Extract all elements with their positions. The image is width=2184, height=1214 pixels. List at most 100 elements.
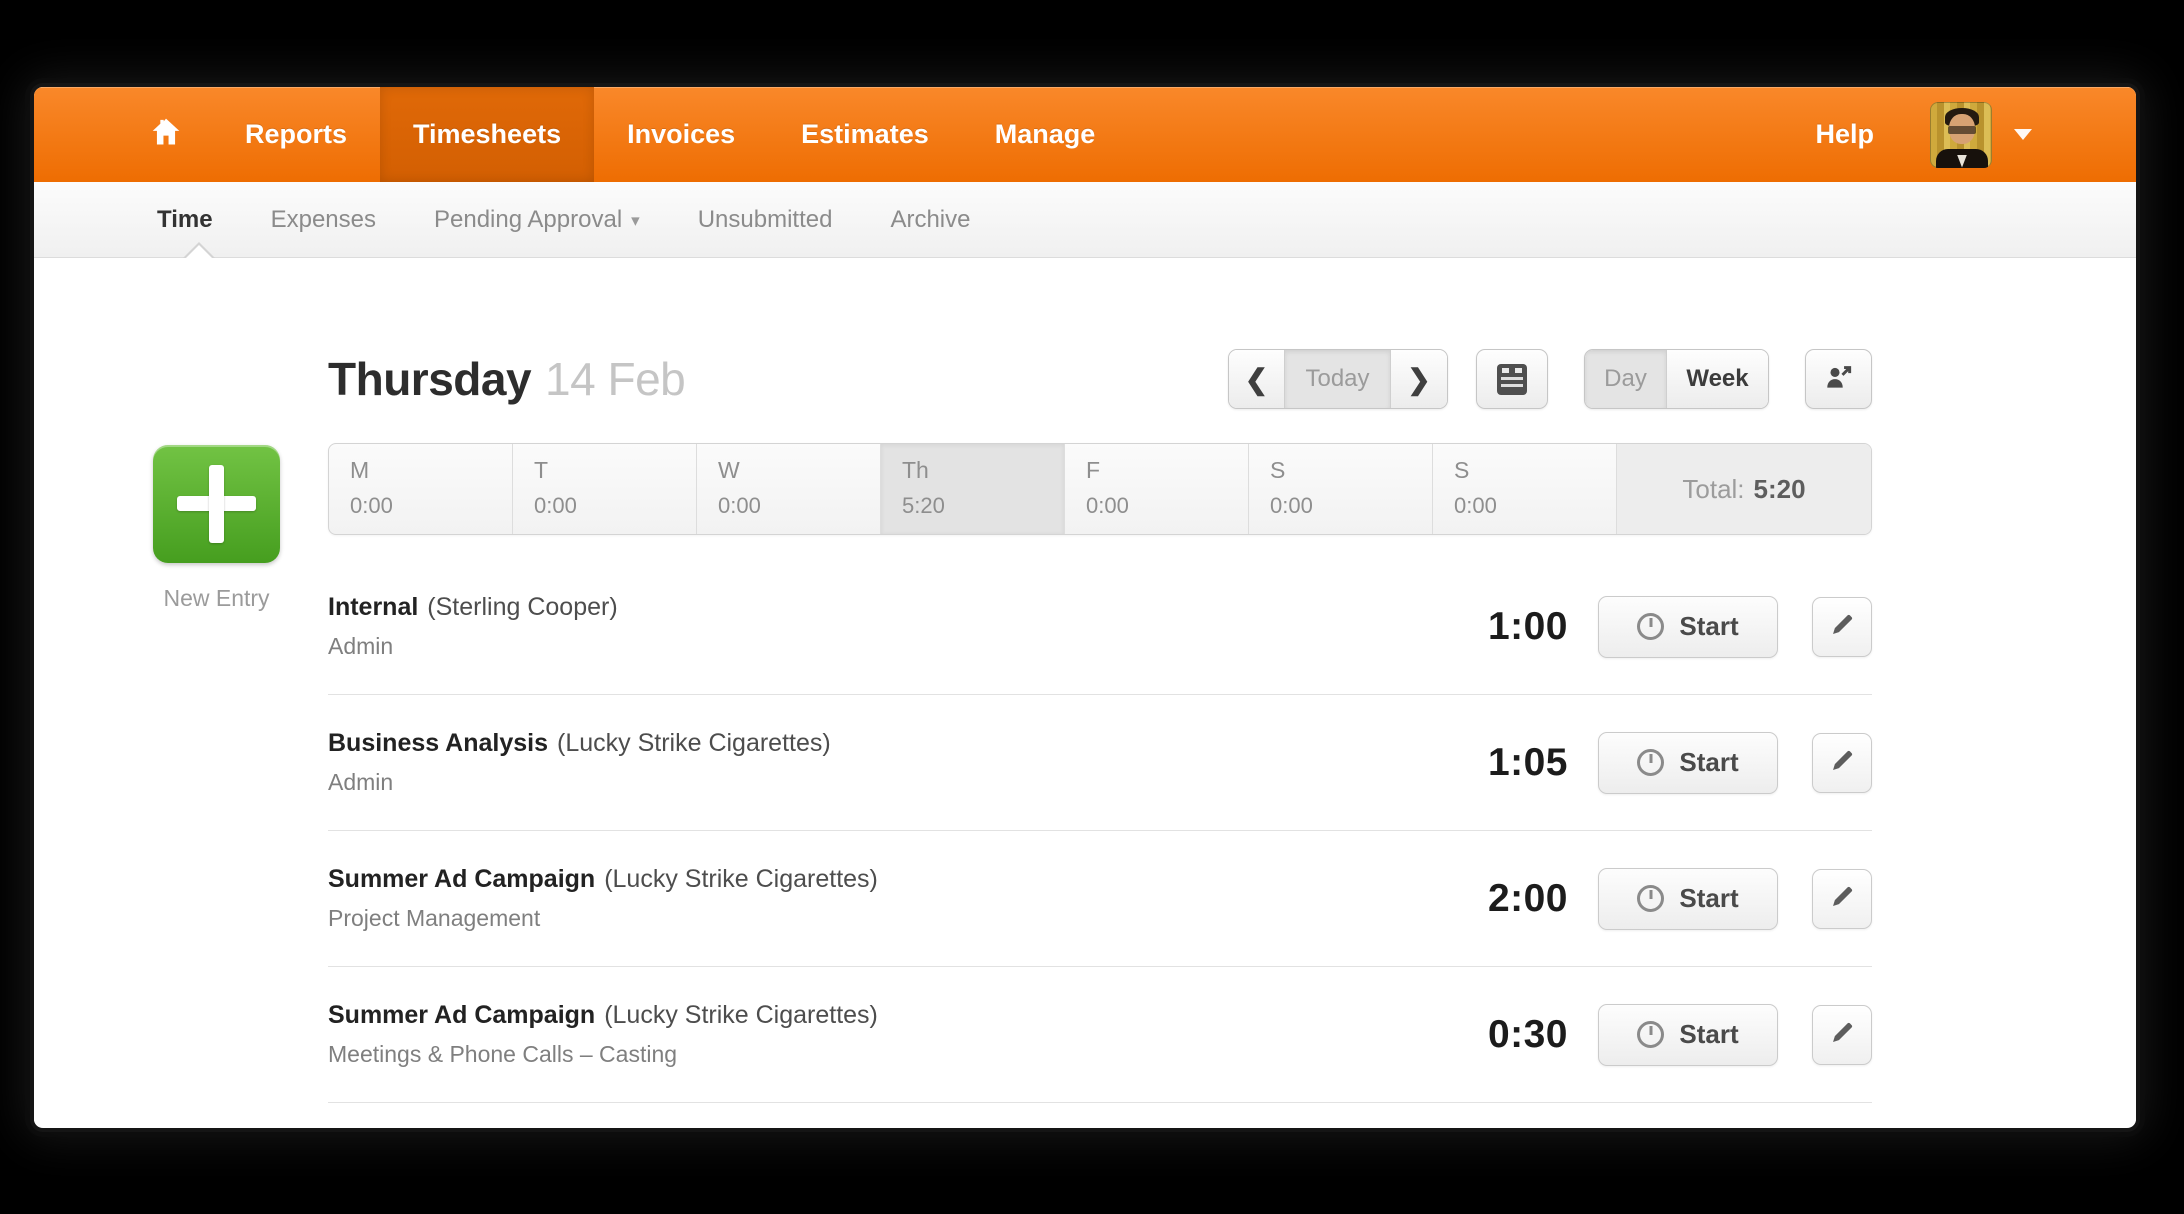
day-total: 0:00: [718, 493, 880, 519]
pencil-icon: [1829, 883, 1856, 915]
week-day-tuesday[interactable]: T 0:00: [513, 444, 697, 534]
entry-title: Summer Ad Campaign(Lucky Strike Cigarett…: [328, 1001, 1438, 1030]
entry-duration: 1:00: [1438, 605, 1568, 649]
entry-client: (Lucky Strike Cigarettes): [604, 865, 878, 893]
nav-item-reports[interactable]: Reports: [212, 87, 380, 182]
entry-task: Meetings & Phone Calls – Casting: [328, 1041, 1438, 1068]
chevron-left-icon: ❮: [1245, 363, 1268, 396]
pending-approval-caret-icon: ▾: [631, 211, 640, 231]
start-timer-button[interactable]: Start: [1598, 868, 1778, 930]
nav-item-manage[interactable]: Manage: [962, 87, 1129, 182]
pencil-icon: [1829, 611, 1856, 643]
view-toggle-group: Day Week: [1584, 349, 1769, 409]
tab-archive[interactable]: Archive: [861, 182, 999, 257]
app-window: Reports Timesheets Invoices Estimates Ma…: [34, 87, 2136, 1128]
edit-entry-button[interactable]: [1812, 733, 1872, 793]
start-button-label: Start: [1679, 611, 1738, 642]
week-total-value: 5:20: [1754, 474, 1806, 505]
day-label: T: [534, 457, 696, 484]
week-view-button[interactable]: Week: [1667, 350, 1768, 408]
edit-entry-button[interactable]: [1812, 1005, 1872, 1065]
week-day-thursday-selected[interactable]: Th 5:20: [881, 444, 1065, 534]
entry-title: Internal(Sterling Cooper): [328, 593, 1438, 622]
entry-title: Summer Ad Campaign (Lucky Strike Cigarett…: [328, 865, 1438, 894]
new-entry-label: New Entry: [153, 585, 280, 612]
day-total: 0:00: [534, 493, 696, 519]
time-entry-row: Summer Ad Campaign(Lucky Strike Cigarett…: [328, 967, 1872, 1103]
week-day-monday[interactable]: M 0:00: [329, 444, 513, 534]
week-day-friday[interactable]: F 0:00: [1065, 444, 1249, 534]
day-label: S: [1454, 457, 1616, 484]
new-entry-button[interactable]: [153, 445, 280, 563]
week-day-wednesday[interactable]: W 0:00: [697, 444, 881, 534]
tab-pending-approval[interactable]: Pending Approval ▾: [405, 182, 669, 257]
start-button-label: Start: [1679, 1019, 1738, 1050]
day-total: 0:00: [350, 493, 512, 519]
timer-icon: [1637, 613, 1664, 640]
entry-duration: 2:00: [1438, 877, 1568, 921]
date-nav-group: ❮ Today ❯: [1228, 349, 1448, 409]
nav-item-estimates[interactable]: Estimates: [768, 87, 962, 182]
top-navigation: Reports Timesheets Invoices Estimates Ma…: [34, 87, 2136, 182]
entry-duration: 0:30: [1438, 1013, 1568, 1057]
entry-info: Summer Ad Campaign(Lucky Strike Cigarett…: [328, 1001, 1438, 1068]
entry-duration: 1:05: [1438, 741, 1568, 785]
entry-client: (Lucky Strike Cigarettes): [604, 1001, 878, 1029]
week-total: Total: 5:20: [1617, 444, 1871, 534]
entry-title: Business Analysis (Lucky Strike Cigarette…: [328, 729, 1438, 758]
entry-client: (Sterling Cooper): [427, 593, 617, 621]
today-button[interactable]: Today: [1285, 350, 1391, 408]
nav-item-invoices[interactable]: Invoices: [594, 87, 768, 182]
pencil-icon: [1829, 747, 1856, 779]
content-area: New Entry Thursday 14 Feb ❮ Today ❯: [34, 258, 2136, 1127]
week-strip: M 0:00 T 0:00 W 0:00 Th 5:20 F 0:00: [328, 443, 1872, 535]
previous-day-button[interactable]: ❮: [1229, 350, 1285, 408]
main-column: Thursday 14 Feb ❮ Today ❯ Day Week: [328, 258, 1872, 1103]
timer-icon: [1637, 885, 1664, 912]
home-icon: [148, 115, 184, 154]
main-menu: Reports Timesheets Invoices Estimates Ma…: [212, 87, 1128, 182]
entry-info: Business Analysis (Lucky Strike Cigarette…: [328, 729, 1438, 796]
entry-info: Internal(Sterling Cooper) Admin: [328, 593, 1438, 660]
day-total: 0:00: [1454, 493, 1616, 519]
user-avatar[interactable]: [1930, 102, 1992, 168]
next-day-button[interactable]: ❯: [1391, 350, 1447, 408]
help-link[interactable]: Help: [1815, 119, 1874, 150]
day-label: F: [1086, 457, 1248, 484]
edit-entry-button[interactable]: [1812, 869, 1872, 929]
day-date: 14 Feb: [545, 353, 685, 405]
day-total: 0:00: [1086, 493, 1248, 519]
edit-entry-button[interactable]: [1812, 597, 1872, 657]
calendar-icon: [1497, 364, 1527, 395]
entry-project: Business Analysis: [328, 729, 548, 757]
timesheet-subnav: Time Expenses Pending Approval ▾ Unsubmi…: [34, 182, 2136, 258]
time-entry-row: Internal(Sterling Cooper) Admin 1:00 Sta…: [328, 559, 1872, 695]
day-label: M: [350, 457, 512, 484]
day-view-button[interactable]: Day: [1585, 350, 1667, 408]
start-timer-button[interactable]: Start: [1598, 1004, 1778, 1066]
day-name: Thursday: [328, 353, 531, 405]
entry-task: Admin: [328, 633, 1438, 660]
teammates-icon: [1823, 361, 1855, 398]
entry-project: Summer Ad Campaign: [328, 865, 595, 893]
tab-expenses[interactable]: Expenses: [242, 182, 405, 257]
chevron-right-icon: ❯: [1407, 363, 1430, 396]
entry-task: Project Management: [328, 905, 1438, 932]
start-timer-button[interactable]: Start: [1598, 596, 1778, 658]
start-timer-button[interactable]: Start: [1598, 732, 1778, 794]
tab-unsubmitted[interactable]: Unsubmitted: [669, 182, 862, 257]
week-day-sunday[interactable]: S 0:00: [1433, 444, 1617, 534]
calendar-button[interactable]: [1476, 349, 1548, 409]
teammates-button[interactable]: [1805, 349, 1872, 409]
account-menu-caret-icon[interactable]: [2014, 129, 2032, 140]
timer-icon: [1637, 1021, 1664, 1048]
home-button[interactable]: [134, 87, 198, 182]
entry-client: (Lucky Strike Cigarettes): [557, 729, 831, 757]
week-day-saturday[interactable]: S 0:00: [1249, 444, 1433, 534]
plus-icon: [209, 465, 224, 543]
new-entry: New Entry: [153, 445, 280, 612]
tab-pending-approval-label: Pending Approval: [434, 206, 622, 234]
nav-item-timesheets[interactable]: Timesheets: [380, 87, 594, 182]
tab-time[interactable]: Time: [157, 182, 242, 257]
day-header: Thursday 14 Feb ❮ Today ❯ Day Week: [328, 258, 1872, 412]
